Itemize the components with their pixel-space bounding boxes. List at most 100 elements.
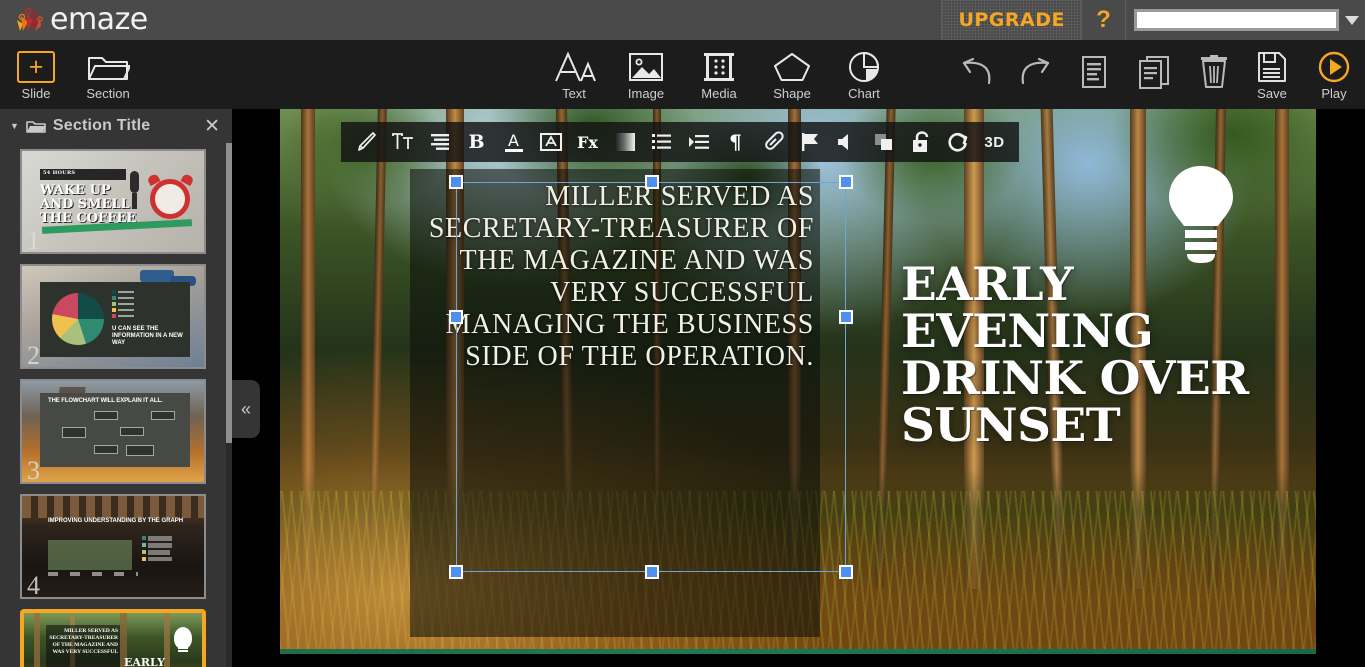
current-slide[interactable]: MILLER SERVED AS SECRETARY-TREASURER OF … — [280, 109, 1316, 654]
slide-5-headline: EARLY EVENING — [124, 657, 190, 667]
play-button[interactable]: Play — [1308, 40, 1360, 109]
main-toolbar: + Slide Section Te — [0, 40, 1365, 109]
slides-sidebar: ▼ Section Title ✕ 54 HOURS WAKE UP AND S… — [0, 109, 232, 667]
section-title: Section Title — [53, 117, 200, 135]
image-tool-button[interactable]: Image — [620, 40, 672, 109]
copy-button[interactable] — [1068, 40, 1120, 109]
bullet-list-icon[interactable] — [643, 122, 680, 162]
effects-label: Fx — [577, 133, 598, 152]
trash-icon — [1200, 54, 1228, 90]
slide-3-number: 3 — [27, 456, 40, 484]
shape-tool-button[interactable]: Shape — [765, 40, 819, 109]
save-label: Save — [1257, 86, 1287, 101]
resize-handle-bottom-right[interactable] — [839, 565, 853, 579]
slide-thumbnail-3[interactable]: THE FLOWCHART WILL EXPLAIN IT ALL. 3 — [20, 379, 206, 484]
app-header: emaze UPGRADE ? — [0, 0, 1365, 40]
sound-icon[interactable] — [828, 122, 865, 162]
folder-icon — [26, 119, 46, 134]
undo-icon — [956, 54, 996, 90]
bold-label: B — [468, 131, 484, 153]
text-tool-button[interactable]: Text — [549, 40, 599, 109]
save-floppy-icon — [1257, 49, 1287, 85]
resize-handle-top-right[interactable] — [839, 175, 853, 189]
redo-icon — [1016, 54, 1056, 90]
slide-thumbnail-5[interactable]: MILLER SERVED AS SECRETARY-TREASURER OF … — [20, 609, 206, 667]
font-size-icon[interactable] — [384, 122, 421, 162]
image-icon — [628, 49, 664, 85]
text-box-icon[interactable] — [532, 122, 569, 162]
add-section-label: Section — [86, 86, 129, 101]
image-tool-label: Image — [628, 86, 664, 101]
copy-icon — [1079, 54, 1109, 90]
slide-4-number: 4 — [27, 571, 40, 599]
resize-handle-middle-left[interactable] — [449, 310, 463, 324]
add-slide-label: Slide — [22, 86, 51, 101]
text-format-toolbar: B A Fx — [341, 122, 1019, 162]
shape-tool-label: Shape — [773, 86, 811, 101]
bold-icon[interactable]: B — [458, 122, 495, 162]
save-button[interactable]: Save — [1246, 40, 1298, 109]
brand-name: emaze — [50, 5, 148, 35]
indent-icon[interactable] — [680, 122, 717, 162]
redo-button[interactable] — [1010, 40, 1062, 109]
align-icon[interactable] — [421, 122, 458, 162]
slide-thumbnail-1[interactable]: 54 HOURS WAKE UP AND SMELL THE COFFEE 1 — [20, 149, 206, 254]
slide-2-title: U CAN SEE THE INFORMATION IN A NEW WAY — [112, 326, 184, 347]
resize-handle-middle-right[interactable] — [839, 310, 853, 324]
effects-fx-icon[interactable]: Fx — [569, 122, 606, 162]
font-color-label: A — [508, 133, 519, 148]
play-circle-icon — [1318, 49, 1350, 85]
help-button[interactable]: ? — [1082, 0, 1126, 40]
media-tool-label: Media — [701, 86, 736, 101]
resize-handle-top-left[interactable] — [449, 175, 463, 189]
slide-2-number: 2 — [27, 341, 40, 369]
emaze-editor: emaze UPGRADE ? + Slide Section — [0, 0, 1365, 667]
section-header[interactable]: ▼ Section Title ✕ — [0, 109, 232, 143]
slide-bottom-strip — [280, 649, 1316, 654]
rotate-icon[interactable] — [939, 122, 976, 162]
resize-handle-bottom-center[interactable] — [645, 565, 659, 579]
pentagon-shape-icon — [772, 49, 812, 85]
collapse-sidebar-button[interactable]: « — [232, 380, 260, 438]
slide-canvas[interactable]: MILLER SERVED AS SECRETARY-TREASURER OF … — [232, 109, 1365, 667]
delete-button[interactable] — [1188, 40, 1240, 109]
resize-handle-top-center[interactable] — [645, 175, 659, 189]
duplicate-button[interactable] — [1128, 40, 1180, 109]
media-tool-button[interactable]: Media — [692, 40, 746, 109]
gradient-swatch-icon[interactable] — [606, 122, 643, 162]
play-label: Play — [1321, 86, 1346, 101]
slide-thumbnail-4[interactable]: IMPROVING UNDERSTANDING BY THE GRAPH 4 — [20, 494, 206, 599]
resize-handle-bottom-left[interactable] — [449, 565, 463, 579]
font-color-icon[interactable]: A — [495, 122, 532, 162]
chevron-down-icon[interactable] — [1339, 0, 1365, 40]
slide-headline-text[interactable]: EARLY EVENING DRINK OVER SUNSET — [901, 261, 1309, 449]
brush-icon[interactable] — [347, 122, 384, 162]
slide-5-title: MILLER SERVED AS SECRETARY-TREASURER OF … — [48, 628, 118, 656]
brand-logo[interactable]: emaze — [0, 5, 148, 35]
three-d-icon[interactable]: 3D — [976, 122, 1013, 162]
text-selection-box[interactable] — [456, 182, 846, 572]
pilcrow-icon[interactable]: ¶ — [717, 122, 754, 162]
slide-thumbnail-list[interactable]: 54 HOURS WAKE UP AND SMELL THE COFFEE 1 — [0, 143, 226, 667]
emaze-logo-icon — [14, 7, 44, 33]
slide-3-title: THE FLOWCHART WILL EXPLAIN IT ALL. — [48, 398, 163, 404]
chart-tool-button[interactable]: Chart — [838, 40, 890, 109]
add-slide-button[interactable]: + Slide — [12, 40, 60, 109]
lightbulb-icon[interactable] — [1165, 164, 1237, 264]
close-icon[interactable]: ✕ — [200, 115, 224, 138]
add-section-button[interactable]: Section — [78, 40, 138, 109]
link-icon[interactable] — [754, 122, 791, 162]
search-input[interactable] — [1134, 9, 1339, 31]
slide-1-tag: 54 HOURS — [43, 170, 75, 176]
unlock-icon[interactable] — [902, 122, 939, 162]
slide-4-title: IMPROVING UNDERSTANDING BY THE GRAPH — [48, 518, 183, 524]
flag-icon[interactable] — [791, 122, 828, 162]
plus-square-icon: + — [17, 49, 55, 85]
chart-tool-label: Chart — [848, 86, 880, 101]
arrange-layers-icon[interactable] — [865, 122, 902, 162]
undo-button[interactable] — [950, 40, 1002, 109]
upgrade-button[interactable]: UPGRADE — [941, 0, 1082, 40]
text-aa-icon — [552, 49, 596, 85]
chevron-down-icon[interactable]: ▼ — [10, 121, 19, 131]
slide-thumbnail-2[interactable]: U CAN SEE THE INFORMATION IN A NEW WAY 2 — [20, 264, 206, 369]
